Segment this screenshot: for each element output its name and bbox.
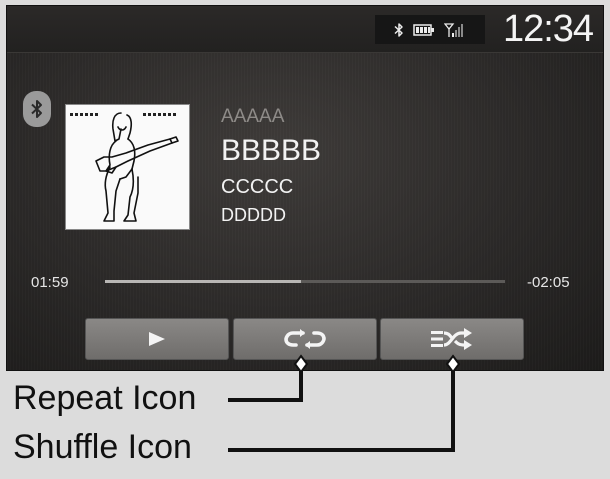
repeat-icon-callout: Repeat Icon [13, 379, 197, 417]
shuffle-icon-callout: Shuffle Icon [13, 428, 192, 466]
